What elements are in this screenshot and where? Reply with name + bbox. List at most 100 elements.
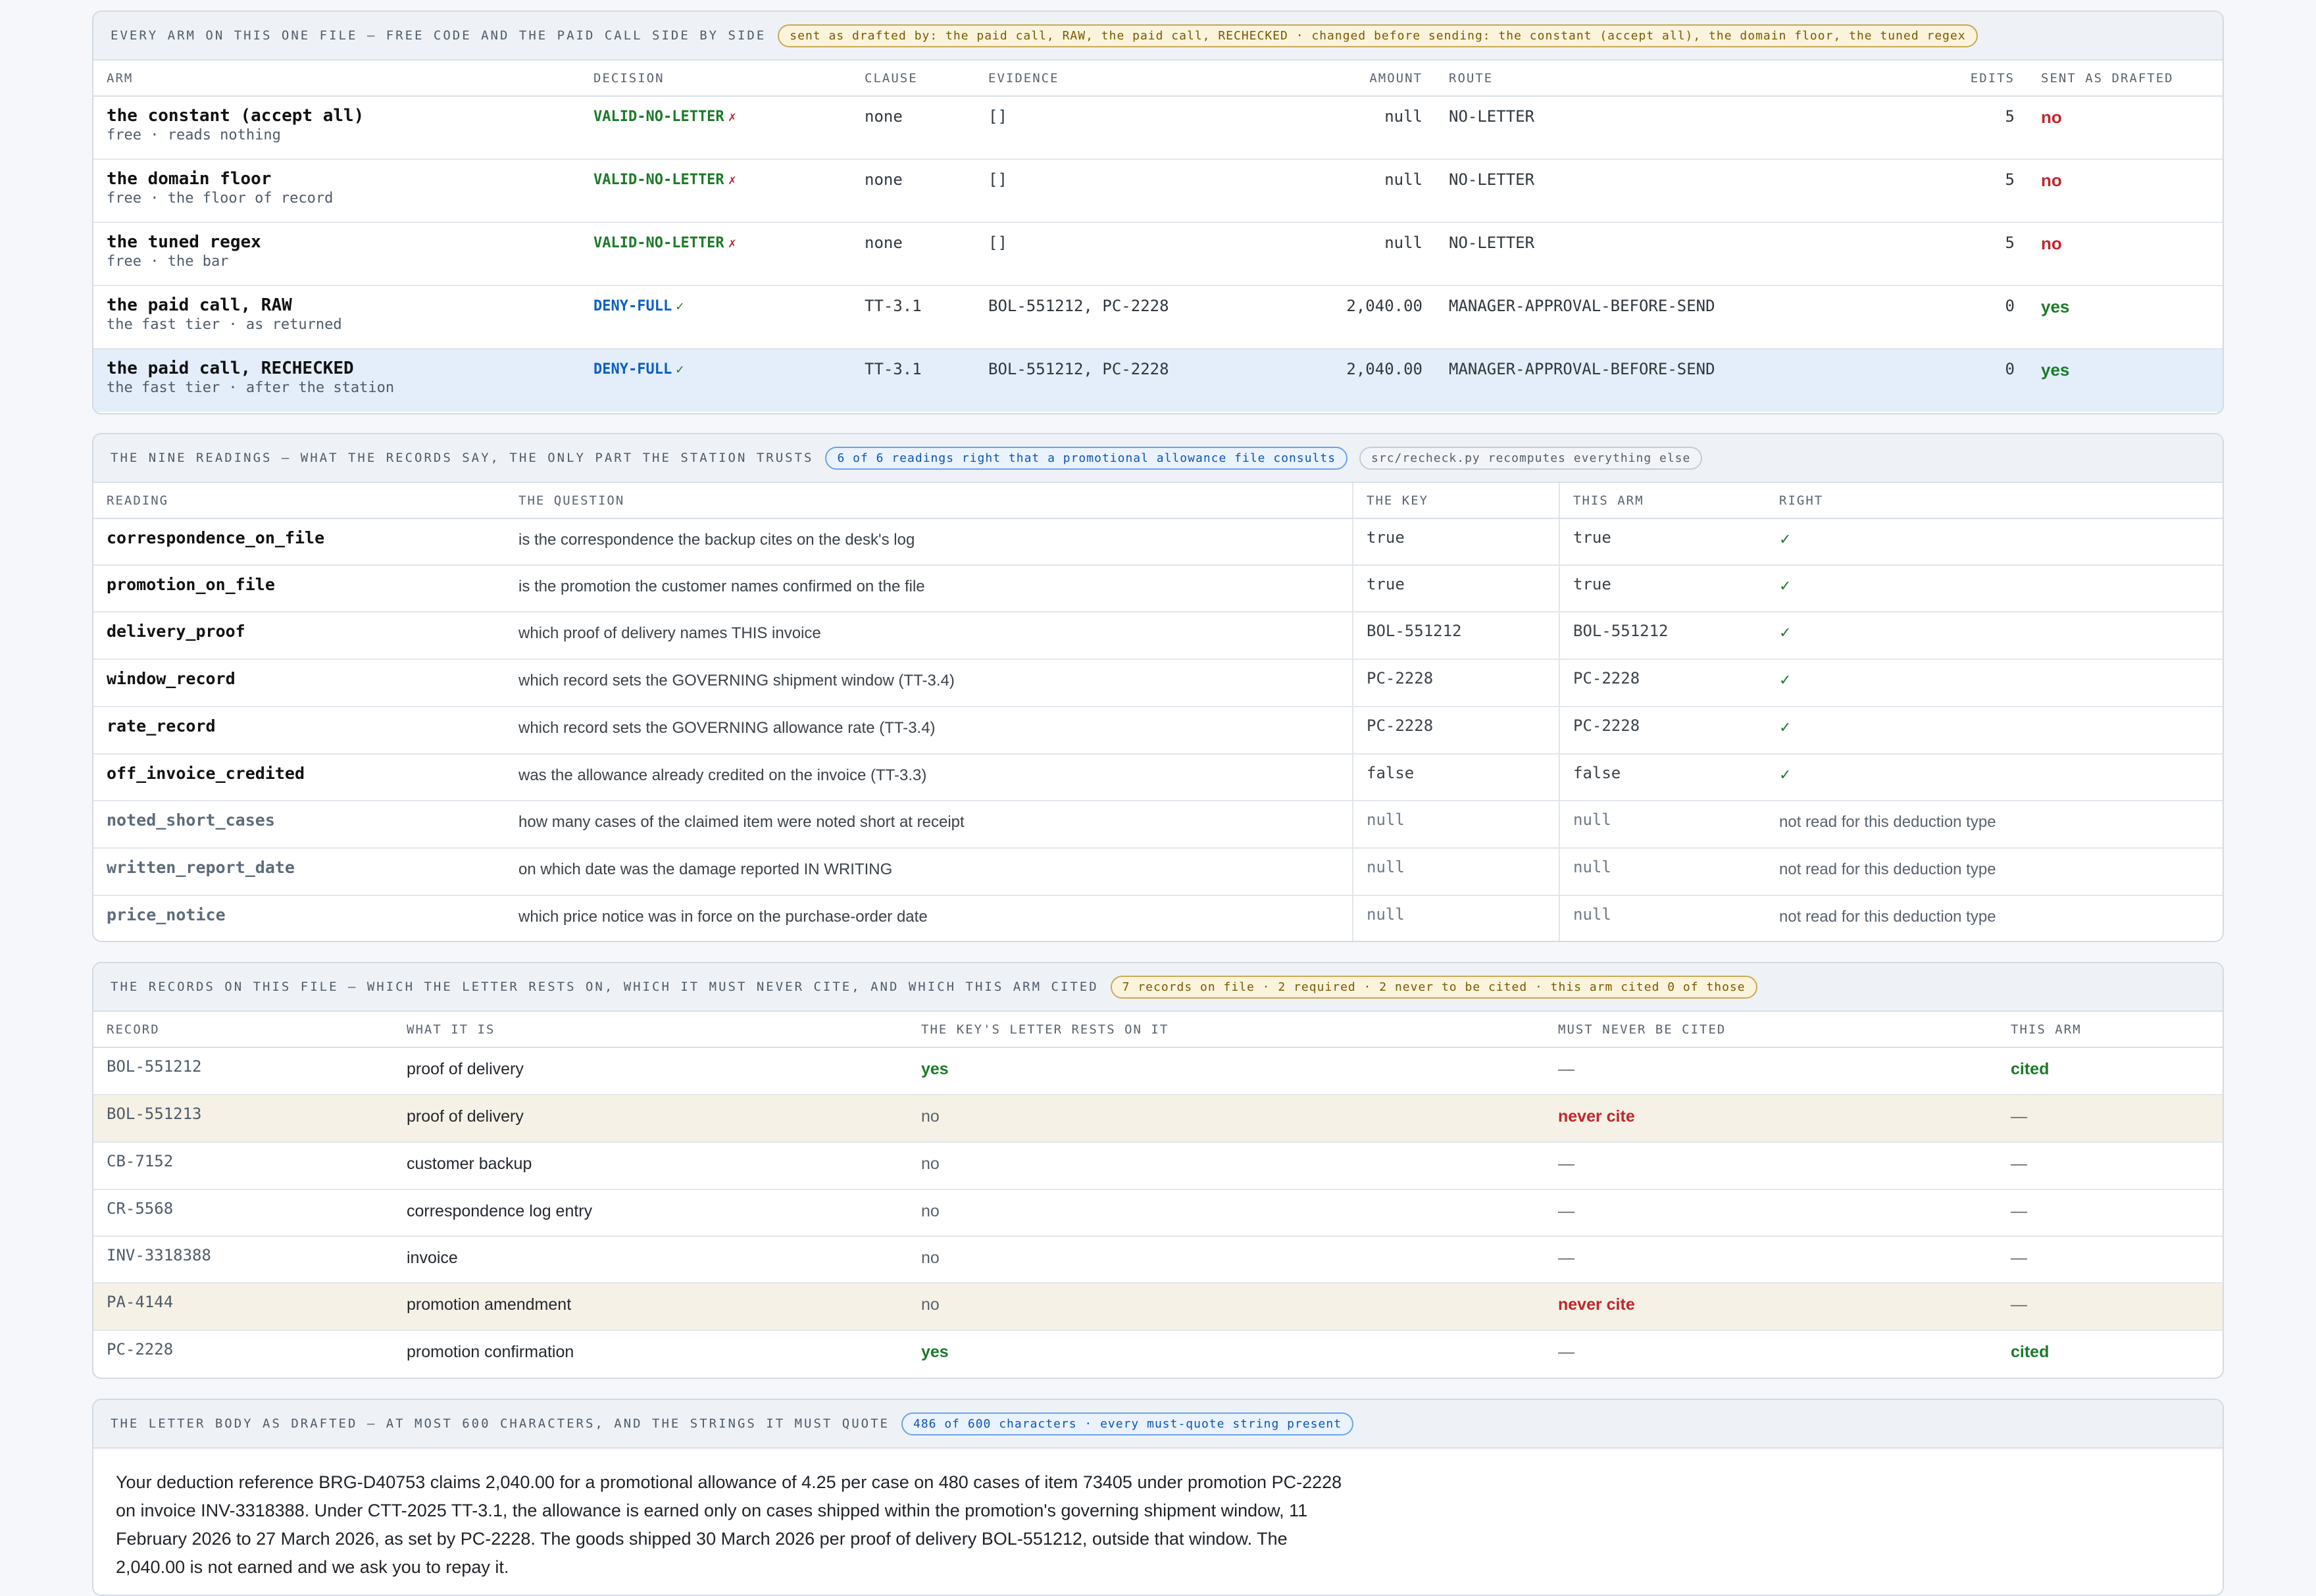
readings-table-header: READING THE QUESTION THE KEY THIS ARM RI… xyxy=(93,483,2223,519)
record-row[interactable]: PC-2228 promotion confirmation yes — cit… xyxy=(93,1330,2223,1378)
rests-on-value: yes xyxy=(921,1343,949,1361)
decision-label: DENY-FULL xyxy=(593,361,672,378)
col-evidence: EVIDENCE xyxy=(975,61,1278,97)
record-id: INV-3318388 xyxy=(107,1246,211,1264)
record-row[interactable]: CB-7152 customer backup no — — xyxy=(93,1142,2223,1190)
arm-name: the domain floor xyxy=(107,169,272,189)
check-icon: ✓ xyxy=(676,298,684,314)
clause-value: TT-3.1 xyxy=(865,360,922,378)
decision-label: VALID-NO-LETTER xyxy=(593,109,724,125)
record-row[interactable]: CR-5568 correspondence log entry no — — xyxy=(93,1189,2223,1237)
evidence-value: [] xyxy=(988,234,1007,252)
reading-row[interactable]: window_record which record sets the GOVE… xyxy=(93,659,2223,707)
reading-row[interactable]: delivery_proof which proof of delivery n… xyxy=(93,612,2223,660)
reading-row[interactable]: off_invoice_credited was the allowance a… xyxy=(93,754,2223,801)
recheck-script-pill: src/recheck.py recomputes everything els… xyxy=(1359,446,1703,470)
decision-label: VALID-NO-LETTER xyxy=(593,235,724,251)
arm-row[interactable]: the paid call, RAW the fast tier · as ret… xyxy=(93,286,2223,349)
check-icon: ✓ xyxy=(1779,578,1792,594)
evidence-value: BOL-551212, PC-2228 xyxy=(988,297,1169,315)
rests-on-value: no xyxy=(921,1295,940,1314)
sent-value: yes xyxy=(2041,297,2070,316)
reading-arm: null xyxy=(1573,905,1611,924)
col-never-cite: MUST NEVER BE CITED xyxy=(1545,1012,1998,1048)
reading-row[interactable]: correspondence_on_file is the correspond… xyxy=(93,518,2223,566)
check-icon: ✓ xyxy=(676,361,684,377)
record-row[interactable]: BOL-551212 proof of delivery yes — cited xyxy=(93,1047,2223,1095)
never-cite-value: — xyxy=(1558,1155,1574,1173)
check-icon: ✓ xyxy=(1779,672,1792,688)
arm-row[interactable]: the domain floor free · the floor of reco… xyxy=(93,159,2223,223)
reading-row[interactable]: promotion_on_file is the promotion the c… xyxy=(93,565,2223,612)
records-panel-title: THE RECORDS ON THIS FILE — WHICH THE LET… xyxy=(111,980,1099,994)
record-id: CR-5568 xyxy=(107,1199,174,1218)
check-icon: ✓ xyxy=(1779,719,1792,736)
edits-value: 0 xyxy=(2005,297,2015,315)
reading-key: PC-2228 xyxy=(1367,716,1434,735)
route-value: NO-LETTER xyxy=(1449,170,1535,189)
record-row-forbidden[interactable]: BOL-551213 proof of delivery no never ci… xyxy=(93,1095,2223,1143)
reading-name: price_notice xyxy=(107,905,226,924)
arm-subtitle: the fast tier · as returned xyxy=(107,316,342,333)
reading-key: BOL-551212 xyxy=(1367,622,1462,640)
check-icon: ✓ xyxy=(1779,531,1792,547)
readings-panel-title: THE NINE READINGS — WHAT THE RECORDS SAY… xyxy=(111,451,814,465)
reading-name: window_record xyxy=(107,669,236,688)
edits-value: 5 xyxy=(2005,234,2015,252)
letter-length-pill: 486 of 600 characters · every must-quote… xyxy=(901,1412,1354,1435)
arms-table-header: ARM DECISION CLAUSE EVIDENCE AMOUNT ROUT… xyxy=(93,61,2223,97)
arms-panel-header: EVERY ARM ON THIS ONE FILE — FREE CODE A… xyxy=(93,12,2223,61)
record-row-forbidden[interactable]: PA-4144 promotion amendment no never cit… xyxy=(93,1283,2223,1331)
never-cite-value: — xyxy=(1558,1202,1574,1220)
letter-body: Your deduction reference BRG-D40753 clai… xyxy=(116,1472,1342,1577)
col-this-arm: THIS ARM xyxy=(1998,1012,2223,1048)
reading-key: null xyxy=(1367,858,1405,876)
record-type: proof of delivery xyxy=(407,1060,524,1078)
reading-arm: PC-2228 xyxy=(1573,669,1640,687)
reading-question: is the promotion the customer names conf… xyxy=(518,578,925,595)
clause-value: none xyxy=(865,107,903,126)
reading-name: written_report_date xyxy=(107,858,295,877)
sent-value: yes xyxy=(2041,360,2070,380)
letter-panel-header: THE LETTER BODY AS DRAFTED — AT MOST 600… xyxy=(93,1400,2223,1449)
reading-row-unread[interactable]: price_notice which price notice was in f… xyxy=(93,895,2223,941)
reading-arm: true xyxy=(1573,575,1611,593)
record-row[interactable]: INV-3318388 invoice no — — xyxy=(93,1236,2223,1284)
reading-arm: BOL-551212 xyxy=(1573,622,1669,640)
rests-on-value: no xyxy=(921,1107,940,1126)
arms-table: ARM DECISION CLAUSE EVIDENCE AMOUNT ROUT… xyxy=(93,61,2223,412)
col-clause: CLAUSE xyxy=(851,61,975,97)
col-key: THE KEY xyxy=(1352,483,1559,519)
sent-value: no xyxy=(2041,170,2062,190)
reading-row-unread[interactable]: noted_short_cases how many cases of the … xyxy=(93,801,2223,849)
never-cite-value: — xyxy=(1558,1343,1574,1361)
check-icon: ✓ xyxy=(1779,624,1792,641)
arm-row-selected[interactable]: the paid call, RECHECKED the fast tier · … xyxy=(93,349,2223,412)
readings-score-pill: 6 of 6 readings right that a promotional… xyxy=(825,446,1348,470)
evidence-value: [] xyxy=(988,107,1007,126)
not-read-note: not read for this deduction type xyxy=(1779,860,1996,878)
never-cite-value: — xyxy=(1558,1060,1574,1078)
col-record: RECORD xyxy=(93,1012,393,1048)
record-id: BOL-551212 xyxy=(107,1057,202,1076)
arm-row[interactable]: the tuned regex free · the bar VALID-NO-L… xyxy=(93,222,2223,286)
reading-row[interactable]: rate_record which record sets the GOVERN… xyxy=(93,707,2223,755)
reading-key: null xyxy=(1367,810,1405,829)
reading-arm: PC-2228 xyxy=(1573,716,1640,735)
not-read-note: not read for this deduction type xyxy=(1779,813,1996,831)
records-panel-header: THE RECORDS ON THIS FILE — WHICH THE LET… xyxy=(93,963,2223,1012)
arm-row[interactable]: the constant (accept all) free · reads no… xyxy=(93,96,2223,160)
col-sent: SENT AS DRAFTED xyxy=(2028,61,2223,97)
col-reading: READING xyxy=(93,483,505,519)
reading-question: was the allowance already credited on th… xyxy=(518,766,927,784)
cross-icon: ✗ xyxy=(728,109,736,124)
col-amount: AMOUNT xyxy=(1278,61,1436,97)
records-count-pill: 7 records on file · 2 required · 2 never… xyxy=(1110,975,1757,999)
edits-value: 5 xyxy=(2005,170,2015,189)
reading-key: null xyxy=(1367,905,1405,924)
reading-row-unread[interactable]: written_report_date on which date was th… xyxy=(93,848,2223,896)
readings-panel: THE NINE READINGS — WHAT THE RECORDS SAY… xyxy=(92,433,2224,942)
arms-panel-title: EVERY ARM ON THIS ONE FILE — FREE CODE A… xyxy=(111,28,767,43)
clause-value: none xyxy=(865,170,903,189)
clause-value: none xyxy=(865,234,903,252)
